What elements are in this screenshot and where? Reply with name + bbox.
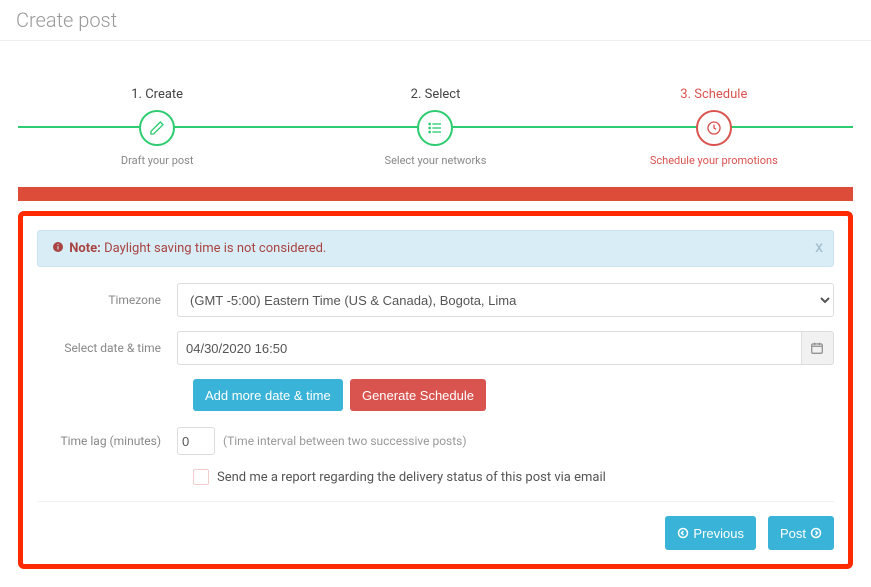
step-caption: Draft your post xyxy=(121,154,194,167)
note-text: Daylight saving time is not considered. xyxy=(104,241,326,256)
generate-schedule-button[interactable]: Generate Schedule xyxy=(350,379,486,411)
pencil-icon xyxy=(139,110,175,146)
note-prefix: Note: xyxy=(69,241,101,256)
previous-button-label: Previous xyxy=(693,526,744,541)
arrow-right-icon xyxy=(810,527,822,539)
step-select[interactable]: 2. Select Select your networks xyxy=(296,87,574,167)
calendar-icon[interactable] xyxy=(802,331,834,365)
list-icon xyxy=(417,110,453,146)
step-caption: Select your networks xyxy=(385,154,487,167)
datetime-input[interactable] xyxy=(177,331,802,365)
timelag-input[interactable] xyxy=(177,427,215,455)
step-caption: Schedule your promotions xyxy=(650,154,778,167)
step-create[interactable]: 1. Create Draft your post xyxy=(18,87,296,167)
arrow-left-icon xyxy=(677,527,689,539)
stepper: 1. Create Draft your post 2. Select xyxy=(18,59,853,173)
post-button[interactable]: Post xyxy=(768,516,834,550)
timezone-select[interactable]: (GMT -5:00) Eastern Time (US & Canada), … xyxy=(177,283,834,317)
datetime-label: Select date & time xyxy=(37,341,177,355)
clock-icon xyxy=(696,110,732,146)
note-alert: Note: Daylight saving time is not consid… xyxy=(37,230,834,267)
page-header: Create post xyxy=(0,0,871,41)
divider-bar xyxy=(18,187,853,201)
step-schedule[interactable]: 3. Schedule Schedule your promotions xyxy=(575,87,853,167)
close-icon[interactable]: x xyxy=(815,237,823,256)
email-report-label: Send me a report regarding the delivery … xyxy=(217,470,606,485)
add-more-datetime-button[interactable]: Add more date & time xyxy=(193,379,343,411)
email-report-checkbox[interactable] xyxy=(193,469,209,485)
previous-button[interactable]: Previous xyxy=(665,516,756,550)
page-title: Create post xyxy=(16,8,855,32)
post-button-label: Post xyxy=(780,526,806,541)
timelag-hint: (Time interval between two successive po… xyxy=(223,434,467,448)
info-icon xyxy=(52,241,64,253)
step-label: 3. Schedule xyxy=(680,87,747,102)
timezone-label: Timezone xyxy=(37,293,177,307)
schedule-panel: Note: Daylight saving time is not consid… xyxy=(18,211,853,569)
step-label: 2. Select xyxy=(411,87,461,102)
timelag-label: Time lag (minutes) xyxy=(37,434,177,448)
step-label: 1. Create xyxy=(131,87,183,102)
